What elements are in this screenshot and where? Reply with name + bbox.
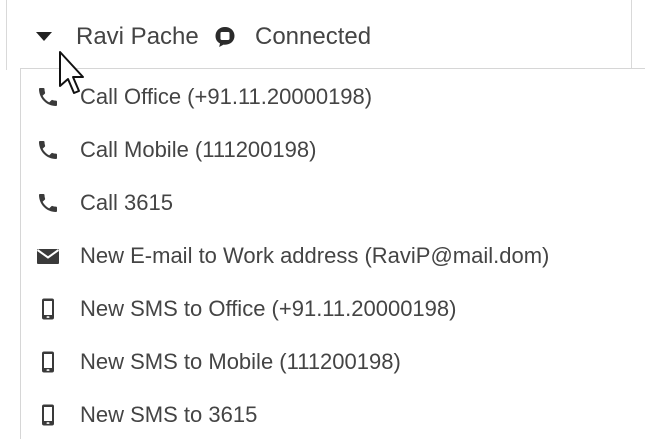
menu-item-label: New SMS to Mobile (111200198): [80, 349, 401, 374]
menu-item-sms-extension[interactable]: New SMS to 3615: [21, 389, 645, 439]
contact-header: Ravi Pache Connected: [0, 0, 645, 70]
connection-status: Connected: [255, 23, 372, 50]
panel-divider: [6, 0, 7, 70]
menu-item-email-work[interactable]: New E-mail to Work address (RaviP@mail.d…: [21, 230, 645, 282]
menu-item-call-extension[interactable]: Call 3615: [21, 177, 645, 229]
menu-item-sms-mobile[interactable]: New SMS to Mobile (111200198): [21, 336, 645, 388]
menu-item-label: New E-mail to Work address (RaviP@mail.d…: [80, 243, 550, 268]
mobile-phone-icon: [36, 403, 60, 427]
menu-item-call-mobile[interactable]: Call Mobile (111200198): [21, 124, 645, 176]
chat-bubble-icon: [214, 26, 236, 48]
contact-name[interactable]: Ravi Pache: [76, 22, 199, 52]
menu-item-label: Call Office (+91.11.20000198): [80, 84, 373, 109]
menu-item-label: New SMS to 3615: [80, 402, 258, 427]
panel-divider: [631, 0, 632, 70]
mobile-phone-icon: [36, 350, 60, 374]
contact-actions-page: Ravi Pache Connected Call Office (+91.11…: [0, 0, 645, 439]
envelope-icon: [36, 244, 60, 268]
menu-item-label: New SMS to Office (+91.11.20000198): [80, 296, 457, 321]
phone-icon: [36, 138, 60, 162]
menu-item-label: Call Mobile (111200198): [80, 137, 317, 162]
mobile-phone-icon: [36, 297, 60, 321]
caret-down-icon[interactable]: [36, 30, 52, 44]
menu-item-call-office[interactable]: Call Office (+91.11.20000198): [21, 71, 645, 123]
phone-icon: [36, 191, 60, 215]
contact-actions-menu: Call Office (+91.11.20000198) Call Mobil…: [20, 68, 645, 439]
phone-icon: [36, 85, 60, 109]
menu-item-label: Call 3615: [80, 190, 173, 215]
menu-item-sms-office[interactable]: New SMS to Office (+91.11.20000198): [21, 283, 645, 335]
